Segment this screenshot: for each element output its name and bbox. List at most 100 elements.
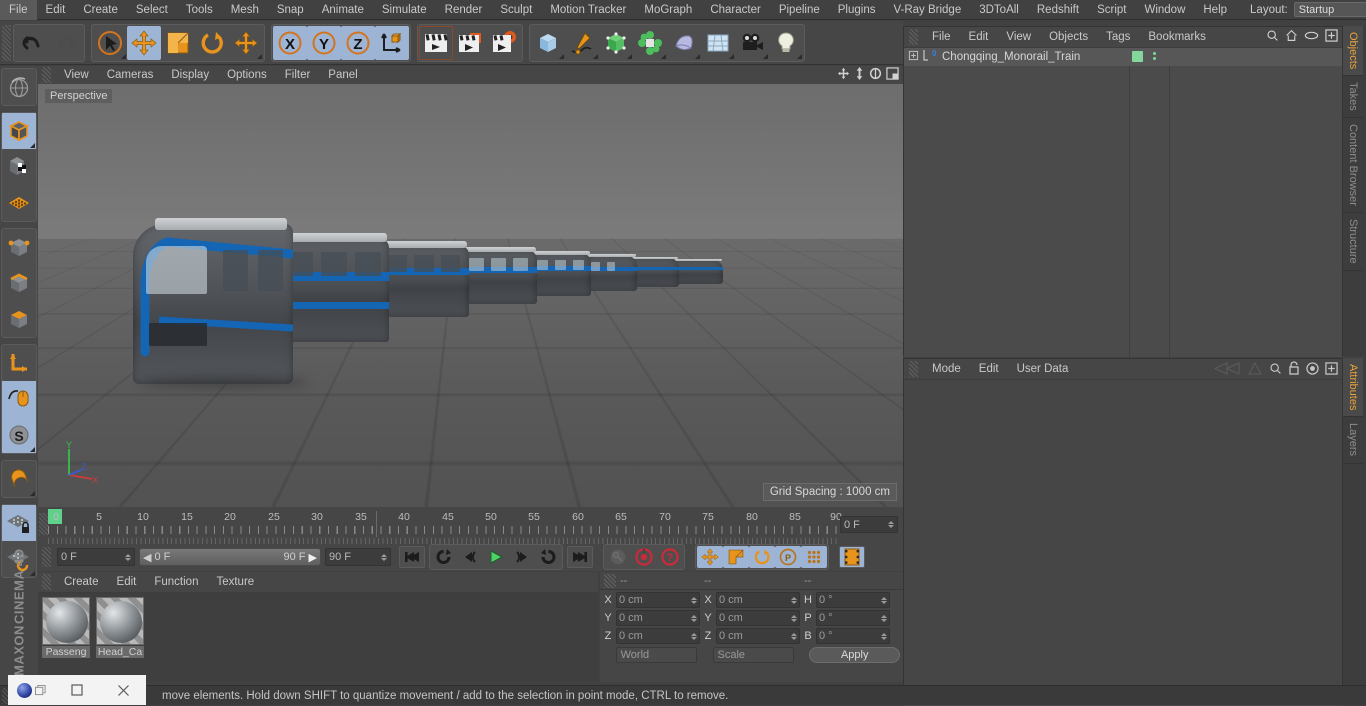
viewport-canvas[interactable]: Perspective Grid Spacing : 1000 cm Y X Z [38,84,903,507]
dolly-view-icon[interactable] [854,67,865,83]
rotate-tool-button[interactable] [195,25,229,60]
coord-input-rot-h[interactable]: 0 ° [816,592,890,608]
stepper-icon[interactable] [881,596,887,604]
material-item[interactable]: Head_Ca [96,597,144,678]
stepper-icon[interactable] [791,632,797,640]
lock-workplane-button[interactable] [2,505,36,541]
restore-icon[interactable] [34,684,46,696]
max-frame-field[interactable]: 90 F [325,548,391,566]
move-axis-button[interactable] [229,25,263,60]
coord-input-size-x[interactable]: 0 cm [716,592,800,608]
timeline-grip-icon[interactable] [39,513,48,535]
object-visibility-dots[interactable] [1153,52,1156,60]
uv-mode-button[interactable] [2,185,36,221]
objects-menu-view[interactable]: View [997,27,1040,47]
menu-simulate[interactable]: Simulate [373,0,436,20]
tab-takes[interactable]: Takes [1343,76,1363,119]
record-position-button[interactable] [697,546,723,568]
record-active-objects-button[interactable] [631,546,657,568]
world-object-coordinate-button[interactable] [375,25,409,60]
coord-input-rot-p[interactable]: 0 ° [816,610,890,626]
add-camera-button[interactable] [735,25,769,60]
expand-icon[interactable] [908,50,919,64]
menu-edit[interactable]: Edit [37,0,75,20]
maximize-view-icon[interactable] [886,67,899,83]
pan-view-icon[interactable] [837,67,850,83]
coordinates-grip-icon[interactable] [604,573,616,588]
material-menu-create[interactable]: Create [55,572,108,592]
soft-selection-button[interactable]: S [2,417,36,453]
objects-menu-tags[interactable]: Tags [1097,27,1139,47]
stepper-icon[interactable] [691,632,697,640]
layout-select[interactable]: Startup [1293,2,1366,17]
autokey-button[interactable] [605,546,631,568]
go-to-start-button[interactable] [399,546,425,568]
edges-mode-button[interactable] [2,265,36,301]
texture-mode-button[interactable] [2,149,36,185]
coord-input-size-z[interactable]: 0 cm [716,628,800,644]
menu-window[interactable]: Window [1135,0,1194,20]
interpolate-left-icon[interactable] [1213,361,1241,378]
menu-vray-bridge[interactable]: V-Ray Bridge [884,0,970,20]
stepper-icon[interactable] [881,614,887,622]
add-cube-button[interactable] [531,25,565,60]
current-frame-field[interactable]: 0 F [57,548,135,566]
viewport-grip-icon[interactable] [42,67,51,83]
layer-badge-icon[interactable]: 0 [922,49,938,65]
add-spline-button[interactable] [565,25,599,60]
stepper-icon[interactable] [381,553,387,561]
record-parameter-button[interactable] [801,546,827,568]
redo-button[interactable] [49,25,83,60]
viewport-menu-panel[interactable]: Panel [319,66,366,84]
close-icon[interactable] [100,675,146,705]
timeline-playhead[interactable] [376,511,377,537]
object-row-chongqing-monorail-train[interactable]: 0 Chongqing_Monorail_Train [904,48,1342,66]
coord-input-pos-x[interactable]: 0 cm [616,592,700,608]
scale-tool-button[interactable] [161,25,195,60]
go-to-end-button[interactable] [567,546,593,568]
undo-view-button[interactable] [2,69,36,105]
menu-mograph[interactable]: MoGraph [635,0,701,20]
objects-tree[interactable]: 0 Chongqing_Monorail_Train [904,48,1342,357]
object-tag-icon[interactable] [1132,51,1143,62]
viewport-menu-filter[interactable]: Filter [276,66,320,84]
step-back-button[interactable] [457,546,483,568]
menu-create[interactable]: Create [74,0,127,20]
material-menu-edit[interactable]: Edit [108,572,146,592]
material-grip-icon[interactable] [42,574,51,590]
c4d-orb-icon[interactable] [8,675,54,705]
viewport-menu-view[interactable]: View [55,66,98,84]
axis-z-button[interactable]: Z [341,25,375,60]
animation-mode-button[interactable] [839,546,865,568]
record-scale-button[interactable] [723,546,749,568]
range-right-arrow-icon[interactable]: ▶ [309,551,317,564]
play-button[interactable] [483,546,509,568]
menu-pipeline[interactable]: Pipeline [770,0,829,20]
add-mograph-button[interactable] [633,25,667,60]
monorail-train-model[interactable] [133,214,758,444]
attributes-grip-icon[interactable] [909,361,918,377]
stepper-icon[interactable] [791,596,797,604]
objects-menu-objects[interactable]: Objects [1040,27,1097,47]
apply-button[interactable]: Apply [809,647,900,663]
maximize-icon[interactable] [54,675,100,705]
material-thumbnail[interactable] [96,597,144,645]
target-icon[interactable] [1306,361,1319,378]
interpolate-right-icon[interactable] [1247,361,1263,378]
tab-objects[interactable]: Objects [1343,26,1363,77]
move-tool-button[interactable] [127,25,161,60]
render-settings-button[interactable] [487,25,521,60]
objects-menu-file[interactable]: File [923,27,960,47]
add-generator-button[interactable] [599,25,633,60]
material-menu-function[interactable]: Function [145,572,207,592]
coordinate-mode-select[interactable]: Scale [712,647,794,663]
viewport-menu-display[interactable]: Display [162,66,218,84]
tab-structure[interactable]: Structure [1343,213,1363,271]
step-forward-button[interactable] [509,546,535,568]
stepper-icon[interactable] [691,614,697,622]
menu-file[interactable]: File [0,0,37,20]
coord-input-pos-y[interactable]: 0 cm [616,610,700,626]
menu-select[interactable]: Select [127,0,177,20]
add-deformer-button[interactable] [667,25,701,60]
timeline-controls-grip-icon[interactable] [42,547,51,567]
